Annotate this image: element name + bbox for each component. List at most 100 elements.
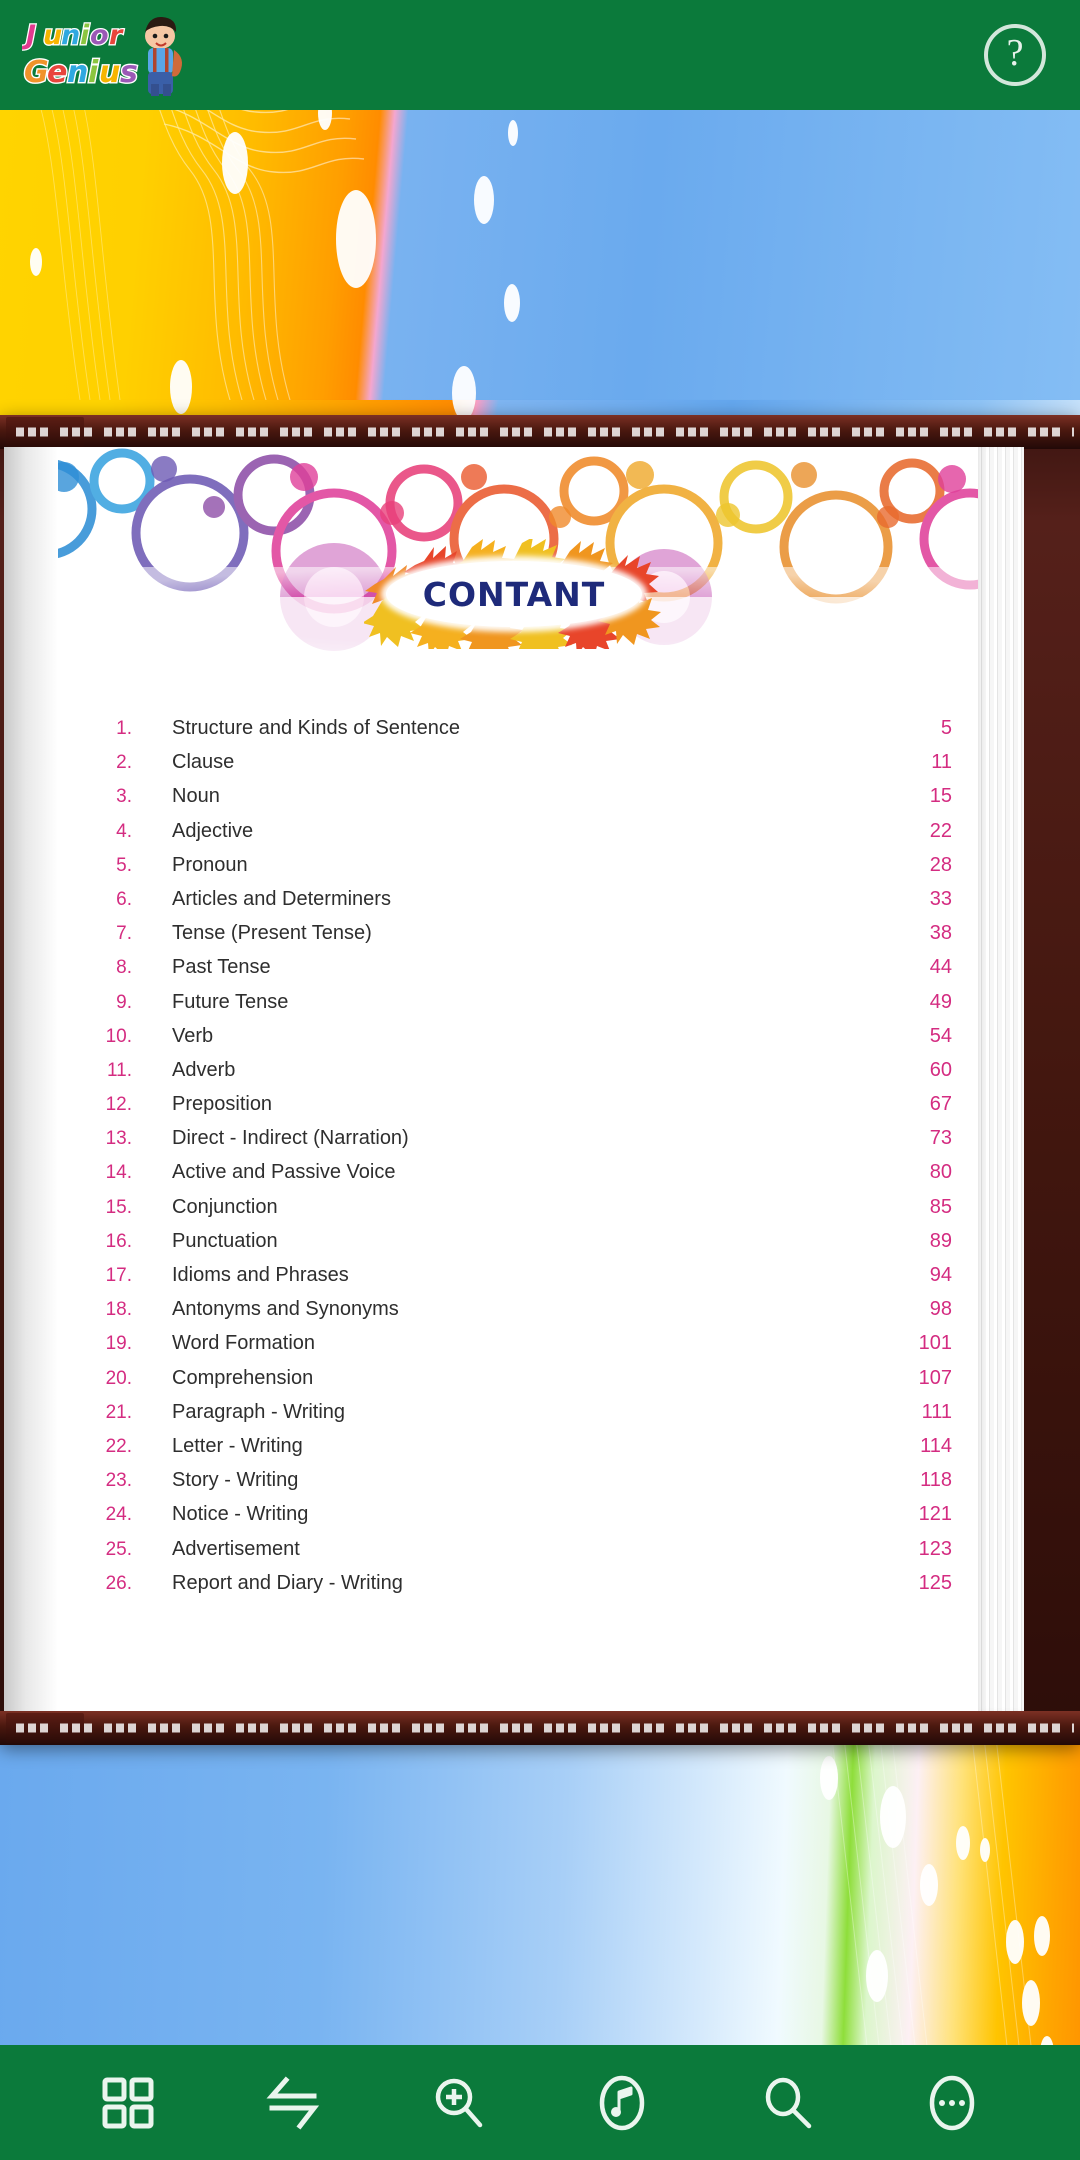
book-viewer[interactable]: CONTANT 1. Structure and Kinds of Sentenc…	[0, 415, 1080, 1745]
toc-item-title: Paragraph - Writing	[172, 1400, 346, 1423]
toc-row[interactable]: 5. Pronoun 28	[82, 854, 952, 888]
toc-row[interactable]: 13. Direct - Indirect (Narration) 73	[82, 1127, 952, 1161]
svg-text:s: s	[120, 55, 138, 90]
toc-row[interactable]: 21. Paragraph - Writing 111	[82, 1401, 952, 1435]
toc-item-number: 18.	[105, 1299, 132, 1321]
toc-item-page-number: 121	[918, 1503, 952, 1526]
toc-item-number: 12.	[105, 1094, 132, 1116]
toc-row[interactable]: 8. Past Tense 44	[82, 956, 952, 990]
grid-icon[interactable]	[85, 2060, 171, 2146]
toc-item-number: 7.	[116, 923, 132, 945]
toc-row[interactable]: 16. Punctuation 89	[82, 1230, 952, 1264]
toc-row[interactable]: 6. Articles and Determiners 33	[82, 888, 952, 922]
toc-row[interactable]: 15. Conjunction 85	[82, 1196, 952, 1230]
toc-item-title: Punctuation	[172, 1229, 278, 1252]
music-note-icon[interactable]	[579, 2060, 665, 2146]
page-title-banner: CONTANT	[364, 539, 664, 649]
toc-item-title: Story - Writing	[172, 1469, 299, 1492]
toc-item-title: Adjective	[172, 819, 254, 842]
svg-text:n: n	[67, 55, 88, 90]
svg-text:i: i	[88, 55, 99, 90]
toc-item-number: 2.	[116, 752, 132, 774]
toc-item-title: Tense (Present Tense)	[172, 922, 372, 945]
toc-item-title: Active and Passive Voice	[172, 1161, 396, 1184]
toc-item-title: Notice - Writing	[172, 1503, 309, 1526]
toc-row[interactable]: 9. Future Tense 49	[82, 991, 952, 1025]
toc-item-title: Preposition	[172, 1093, 273, 1116]
toc-item-page-number: 98	[929, 1298, 952, 1321]
help-icon[interactable]: ?	[984, 24, 1046, 86]
toc-item-number: 22.	[105, 1435, 132, 1457]
toc-item-title: Articles and Determiners	[172, 887, 391, 910]
search-icon[interactable]	[744, 2060, 830, 2146]
toc-item-title: Advertisement	[172, 1537, 300, 1560]
toc-item-page-number: 107	[918, 1366, 952, 1389]
toc-row[interactable]: 2. Clause 11	[82, 751, 952, 785]
toc-item-page-number: 125	[918, 1571, 952, 1594]
toc-row[interactable]: 10. Verb 54	[82, 1025, 952, 1059]
toc-item-page-number: 22	[929, 819, 952, 842]
toc-row[interactable]: 11. Adverb 60	[82, 1059, 952, 1093]
book-page[interactable]: CONTANT 1. Structure and Kinds of Sentenc…	[4, 447, 1024, 1711]
toc-item-number: 25.	[105, 1538, 132, 1560]
toc-item-title: Letter - Writing	[172, 1434, 303, 1457]
app-logo[interactable]: J u n i o r G e n i u s	[22, 12, 212, 98]
toc-item-page-number: 49	[929, 990, 952, 1013]
toc-row[interactable]: 26. Report and Diary - Writing 125	[82, 1572, 952, 1606]
toc-item-page-number: 54	[929, 1024, 952, 1047]
toc-item-page-number: 94	[929, 1264, 952, 1286]
toc-row[interactable]: 25. Advertisement 123	[82, 1538, 952, 1572]
toc-item-number: 13.	[105, 1128, 132, 1150]
book-binding-top	[0, 415, 1080, 449]
toc-row[interactable]: 1. Structure and Kinds of Sentence 5	[82, 717, 952, 751]
toc-item-title: Verb	[172, 1024, 214, 1047]
toc-item-page-number: 67	[929, 1093, 952, 1116]
toc-item-page-number: 114	[920, 1434, 952, 1457]
toc-item-number: 5.	[116, 854, 132, 876]
toc-item-number: 10.	[105, 1025, 132, 1047]
toc-item-number: 3.	[116, 786, 132, 808]
book-binding-bottom	[0, 1711, 1080, 1745]
toc-item-title: Report and Diary - Writing	[172, 1571, 403, 1594]
toc-item-number: 4.	[116, 820, 132, 842]
toc-item-number: 1.	[116, 718, 132, 739]
toc-row[interactable]: 4. Adjective 22	[82, 820, 952, 854]
toc-item-title: Noun	[172, 785, 220, 808]
toc-item-page-number: 11	[931, 751, 952, 774]
table-of-contents: 1. Structure and Kinds of Sentence 5 2. Clau…	[82, 717, 952, 1606]
svg-text:n: n	[61, 20, 80, 51]
toc-row[interactable]: 17. Idioms and Phrases 94	[82, 1264, 952, 1298]
toc-item-page-number: 89	[929, 1229, 952, 1252]
toc-row[interactable]: 3. Noun 15	[82, 785, 952, 819]
toc-row[interactable]: 22. Letter - Writing 114	[82, 1435, 952, 1469]
toc-item-title: Structure and Kinds of Sentence	[172, 717, 460, 739]
toc-row[interactable]: 14. Active and Passive Voice 80	[82, 1161, 952, 1195]
toc-item-page-number: 123	[918, 1537, 952, 1560]
toc-row[interactable]: 23. Story - Writing 118	[82, 1469, 952, 1503]
toc-item-title: Comprehension	[172, 1366, 314, 1389]
toc-item-page-number: 85	[929, 1195, 952, 1218]
toc-item-number: 15.	[105, 1196, 132, 1218]
toc-item-number: 6.	[116, 888, 132, 910]
svg-text:r: r	[109, 20, 124, 51]
toc-item-number: 9.	[116, 991, 132, 1013]
toc-row[interactable]: 12. Preposition 67	[82, 1093, 952, 1127]
toc-row[interactable]: 18. Antonyms and Synonyms 98	[82, 1298, 952, 1332]
svg-text:G: G	[24, 55, 49, 90]
toc-item-number: 16.	[105, 1230, 132, 1252]
more-options-icon[interactable]	[909, 2060, 995, 2146]
toc-item-page-number: 28	[929, 853, 952, 876]
toc-item-title: Past Tense	[172, 956, 271, 979]
page-flip-icon[interactable]	[250, 2060, 336, 2146]
toc-row[interactable]: 24. Notice - Writing 121	[82, 1503, 952, 1537]
binding-dashes-bottom	[16, 1723, 1074, 1733]
toc-item-page-number: 73	[929, 1127, 952, 1150]
binding-dashes-top	[16, 427, 1074, 437]
zoom-in-icon[interactable]	[415, 2060, 501, 2146]
toc-row[interactable]: 7. Tense (Present Tense) 38	[82, 922, 952, 956]
toc-row[interactable]: 20. Comprehension 107	[82, 1367, 952, 1401]
toc-item-page-number: 5	[940, 717, 952, 739]
toc-item-number: 14.	[105, 1162, 132, 1184]
toc-row[interactable]: 19. Word Formation 101	[82, 1332, 952, 1366]
toc-item-title: Clause	[172, 751, 235, 774]
